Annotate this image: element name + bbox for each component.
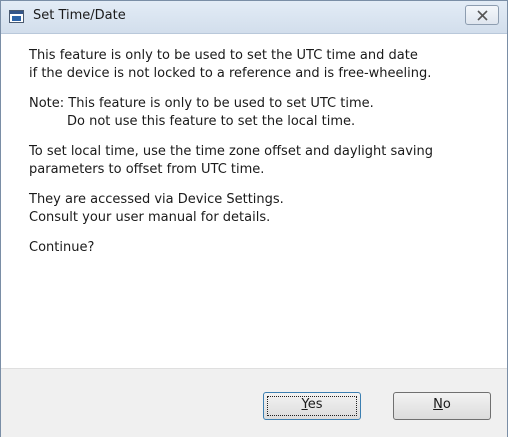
application-window-icon <box>9 10 24 23</box>
message-line: Note: This feature is only to be used to… <box>29 96 374 111</box>
message-paragraph-4: They are accessed via Device Settings. C… <box>29 191 499 227</box>
no-button[interactable]: No <box>393 392 491 420</box>
message-body: This feature is only to be used to set t… <box>29 47 499 269</box>
window-icon-bar <box>10 11 23 14</box>
no-accelerator: N <box>433 397 443 412</box>
message-paragraph-2: Note: This feature is only to be used to… <box>29 95 499 131</box>
no-label-rest: o <box>442 397 451 412</box>
message-line: To set local time, use the time zone off… <box>29 144 434 159</box>
title-bar[interactable]: Set Time/Date <box>1 1 507 34</box>
yes-button-label: Yes <box>302 397 323 412</box>
message-paragraph-3: To set local time, use the time zone off… <box>29 143 499 179</box>
no-button-label: No <box>433 397 451 412</box>
close-icon <box>477 10 488 21</box>
message-line: Consult your user manual for details. <box>29 210 271 225</box>
message-line: They are accessed via Device Settings. <box>29 192 284 207</box>
continue-question: Continue? <box>29 240 95 255</box>
yes-label-rest: es <box>307 397 323 412</box>
button-bar: Yes No <box>1 368 507 437</box>
close-button[interactable] <box>465 5 499 25</box>
message-line: if the device is not locked to a referen… <box>29 66 432 81</box>
message-paragraph-1: This feature is only to be used to set t… <box>29 47 499 83</box>
dialog-title: Set Time/Date <box>33 8 126 23</box>
set-time-date-dialog: Set Time/Date This feature is only to be… <box>0 0 508 437</box>
message-paragraph-5: Continue? <box>29 239 499 257</box>
message-line: Do not use this feature to set the local… <box>67 114 356 129</box>
message-line: This feature is only to be used to set t… <box>29 48 418 63</box>
window-icon-body <box>12 16 21 21</box>
message-line: parameters to offset from UTC time. <box>29 162 265 177</box>
yes-button[interactable]: Yes <box>263 392 361 420</box>
